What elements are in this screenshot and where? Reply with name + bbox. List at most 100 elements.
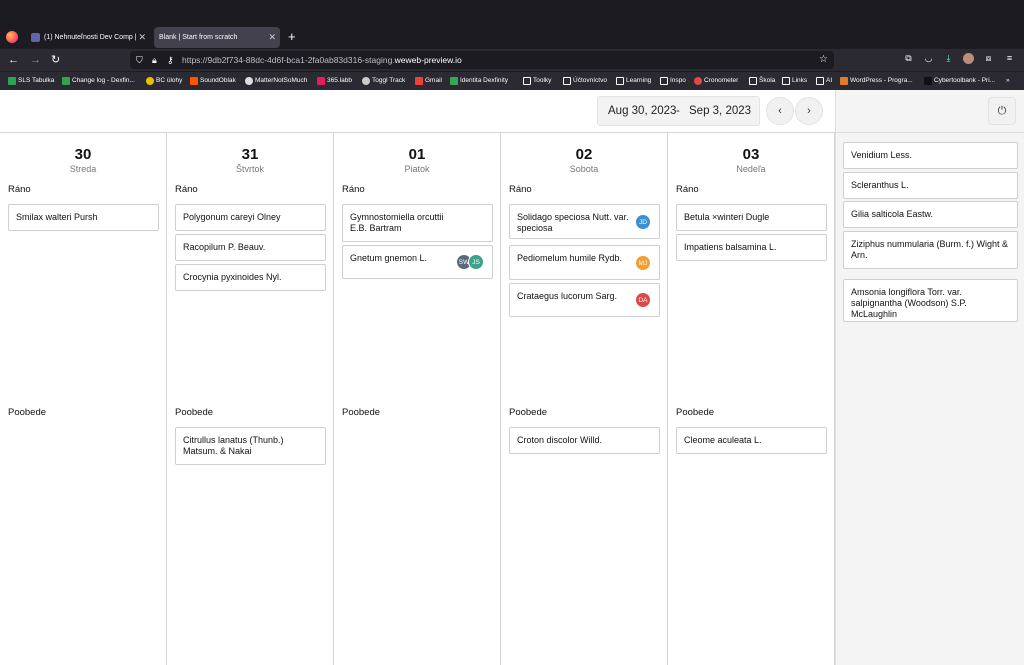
chevron-right-icon: › [807,105,811,117]
task-card[interactable]: Racopilum P. Beauv. [175,234,326,261]
bookmark-item[interactable]: Cybertoolbank - Pri... [924,75,995,87]
bookmark-star-icon[interactable]: ☆ [819,51,828,69]
folder-icon [616,77,624,85]
day-column: 30 Streda Ráno Poobede Smilax walteri Pursh [0,133,167,665]
folder-icon [660,77,668,85]
bookmark-item[interactable]: Identita Dexfinity [450,75,508,87]
avatar[interactable]: JD [635,213,651,230]
task-card[interactable]: Solidago speciosa Nutt. var. speciosa JD [509,204,660,239]
nav-bar: ← → ↻ ⛉ 🔒︎ ⚷ https://9db2f734-88dc-4d6f-… [0,49,1024,71]
task-card[interactable]: Betula ×winteri Dugle [676,204,827,231]
pip-icon[interactable]: ⧉ [903,53,914,64]
day-number: 30 [74,146,92,163]
firefox-logo-icon [6,31,18,43]
day-name: Nedeľa [736,164,766,174]
task-card-title: Croton discolor Willd. [517,435,603,445]
task-card-title: Scleranthus L. [851,180,909,190]
sheet-icon [8,77,16,85]
next-week-button[interactable]: › [795,97,823,125]
unscheduled-task-card[interactable]: Venidium Less. [843,142,1018,169]
task-card-title: Solidago speciosa Nutt. var. speciosa [517,212,629,233]
task-card[interactable]: Cleome aculeata L. [676,427,827,454]
bookmark-folder[interactable]: Účtovníctvo [563,75,607,87]
close-icon[interactable]: ✕ [138,27,146,48]
bookmark-folder[interactable]: Learning [616,75,651,87]
day-column: 03 Nedeľa Ráno Poobede Betula ×winteri Dugle… [668,133,835,665]
bookmark-item[interactable]: Gmail [415,75,442,87]
bookmark-folder[interactable]: Toolky [523,75,551,87]
unscheduled-task-card[interactable]: Gilia salticola Eastw. [843,201,1018,228]
afternoon-label: Poobede [342,407,381,418]
lock-icon[interactable]: 🔒︎ [152,51,157,69]
menu-icon[interactable]: ≡ [1004,53,1015,64]
download-icon[interactable]: ⤓ [943,53,954,64]
close-icon[interactable]: ✕ [268,27,276,48]
task-card[interactable]: Pediomelum humile Rydb. MJ [509,245,660,280]
task-card[interactable]: Gymnostomiella orcuttii E.B. Bartram [342,204,493,242]
power-button[interactable]: ⏻ [988,97,1016,125]
unscheduled-task-card[interactable]: Scleranthus L. [843,172,1018,199]
drive-icon [450,77,458,85]
bookmark-item[interactable]: Cronometer [694,75,738,87]
bookmark-item[interactable]: MatterNotSoMuch [245,75,307,87]
task-card[interactable]: Gnetum gnemon L. SW JS [342,245,493,279]
task-card-title: Racopilum P. Beauv. [183,242,266,252]
bookmark-folder[interactable]: Škola [749,75,775,87]
new-tab-icon[interactable]: + [288,28,296,46]
account-avatar-icon[interactable] [963,53,974,64]
task-card-title: Pediomelum humile Rydb. [517,253,623,263]
unscheduled-task-card[interactable]: Amsonia longiflora Torr. var. salpignant… [843,279,1018,322]
date-end: Sep 3, 2023 [689,105,752,117]
shield-icon[interactable]: ⛉ [136,51,143,69]
url-bar[interactable]: ⛉ 🔒︎ ⚷ https://9db2f734-88dc-4d6f-bca1-2… [130,51,834,69]
forward-icon[interactable]: → [30,52,41,68]
tab-blank[interactable]: Blank | Start from scratch ✕ [154,27,280,48]
tab-strip: (1) Nehnuteľnosti Dev Comp | Mi ✕ Blank … [0,26,1024,49]
reload-icon[interactable]: ↻ [51,52,60,68]
bookmark-folder[interactable]: AI [816,75,832,87]
extensions-icon[interactable]: ⧈ [983,53,994,64]
prev-week-button[interactable]: ‹ [766,97,794,125]
unscheduled-task-card[interactable]: Ziziphus nummularia (Burm. f.) Wight & A… [843,231,1018,269]
avatar[interactable]: JS [468,254,484,270]
task-card[interactable]: Crocynia pyxinoides Nyl. [175,264,326,291]
tab-nehnutelnosti[interactable]: (1) Nehnuteľnosti Dev Comp | Mi ✕ [26,27,150,48]
task-card[interactable]: Citrullus lanatus (Thunb.) Matsum. & Nak… [175,427,326,465]
date-range-picker[interactable]: Aug 30, 2023 - Sep 3, 2023 [597,96,760,126]
day-number: 03 [742,146,760,163]
day-name: Piatok [404,164,430,174]
permissions-icon[interactable]: ⚷ [167,51,174,69]
week-board: 30 Streda Ráno Poobede Smilax walteri Pursh 3… [0,132,835,665]
day-name: Štvrtok [235,164,264,174]
bookmarks-overflow-icon[interactable]: » [1006,75,1010,87]
day-column: 02 Sobota Ráno Poobede Solidago speciosa Nut… [501,133,668,665]
avatar[interactable]: MJ [635,254,651,271]
bookmark-item[interactable]: Change log - Dexfin... [62,75,135,87]
bookmark-item[interactable]: WordPress - Progra... [840,75,913,87]
task-card-title: Crocynia pyxinoides Nyl. [183,272,282,282]
bookmark-item[interactable]: SLS Tabulka [8,75,54,87]
date-start: Aug 30, 2023 [608,105,677,117]
morning-label: Ráno [676,184,699,195]
bookmark-folder[interactable]: Links [782,75,807,87]
back-icon[interactable]: ← [8,52,19,68]
pocket-icon[interactable]: ◡ [923,53,934,64]
task-card[interactable]: Polygonum careyi Olney [175,204,326,231]
tab-label: (1) Nehnuteľnosti Dev Comp | Mi [44,34,136,41]
folder-icon [563,77,571,85]
bookmark-item[interactable]: Toggl Track [362,75,405,87]
afternoon-label: Poobede [676,407,715,418]
task-card[interactable]: Smilax walteri Pursh [8,204,159,231]
avatar[interactable]: DA [635,292,651,308]
bookmark-item[interactable]: 365.labb [317,75,352,87]
bookmark-item[interactable]: BC úlohy [146,75,182,87]
morning-label: Ráno [342,184,365,195]
bookmark-item[interactable]: SoundOblak [190,75,236,87]
task-card-title: Ziziphus nummularia (Burm. f.) Wight & A… [851,239,1009,260]
task-card[interactable]: Croton discolor Willd. [509,427,660,454]
slack-icon [317,77,325,85]
task-card[interactable]: Impatiens balsamina L. [676,234,827,261]
folder-icon [816,77,824,85]
bookmark-folder[interactable]: Inspo [660,75,686,87]
task-card[interactable]: Crataegus lucorum Sarg. DA [509,283,660,317]
